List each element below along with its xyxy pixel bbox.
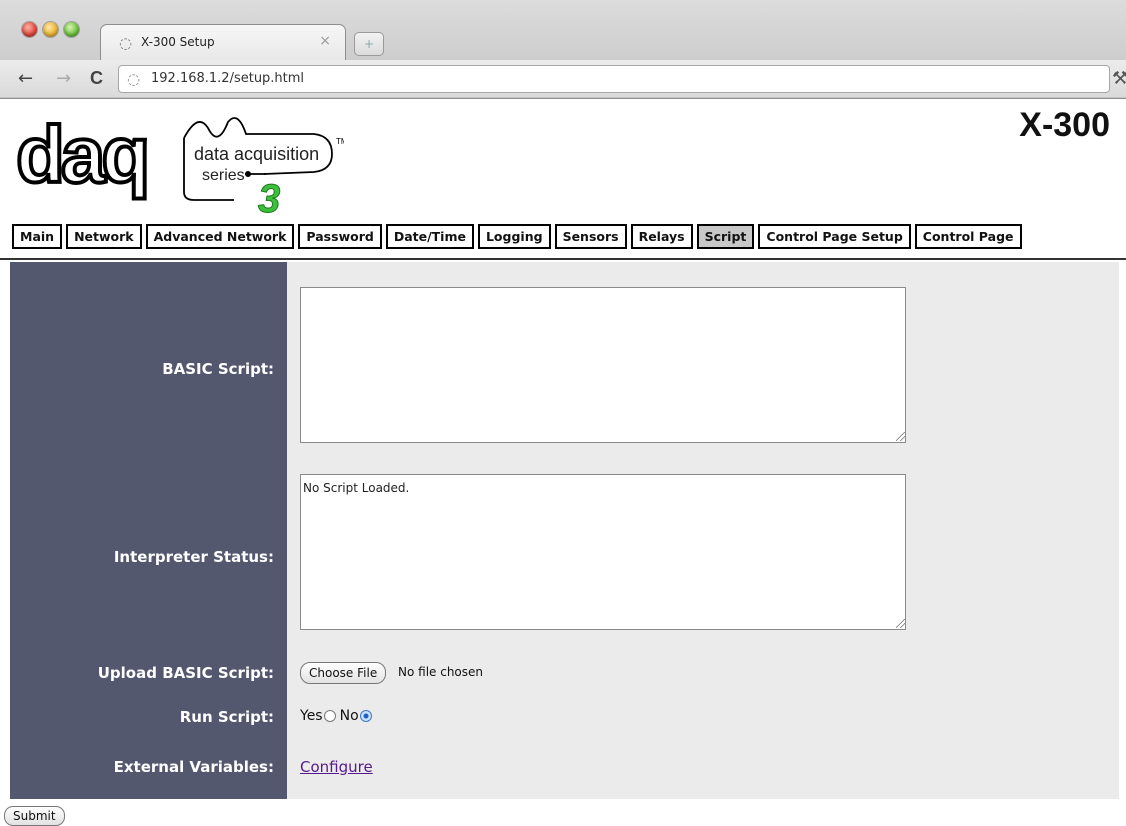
browser-chrome: ◌ X-300 Setup × + ← → C ◌ 192.168.1.2/se… (0, 0, 1126, 99)
run-no-radio[interactable] (359, 710, 372, 722)
tab-close-icon[interactable]: × (319, 33, 331, 49)
browser-tab[interactable]: ◌ X-300 Setup × (100, 24, 346, 61)
file-status-text: No file chosen (398, 665, 484, 679)
reload-icon[interactable]: C (90, 68, 103, 89)
run-no-label: No (339, 708, 359, 724)
address-bar[interactable]: ◌ 192.168.1.2/setup.html (118, 65, 1110, 93)
wrench-icon[interactable]: ⚒ (1112, 68, 1126, 89)
globe-icon: ◌ (127, 70, 141, 88)
run-script-options: Yes No (300, 708, 376, 724)
minimize-window-button[interactable] (43, 22, 58, 37)
setup-nav: Main Network Advanced Network Password D… (12, 224, 1022, 249)
tab-title: X-300 Setup (141, 35, 215, 49)
nav-tab-control-page[interactable]: Control Page (914, 224, 1022, 249)
run-script-label: Run Script: (179, 708, 274, 726)
upload-script-label: Upload BASIC Script: (97, 664, 274, 682)
svg-text:daq: daq (16, 110, 146, 199)
nav-tab-advanced-network[interactable]: Advanced Network (145, 224, 295, 249)
forward-icon[interactable]: → (56, 68, 71, 89)
run-yes-radio[interactable] (323, 710, 336, 722)
submit-button[interactable]: Submit (4, 806, 65, 826)
run-yes-label: Yes (300, 708, 323, 724)
logo-numeral: 3 (258, 177, 280, 216)
nav-tab-password[interactable]: Password (298, 224, 382, 249)
model-title: X-300 (1019, 106, 1110, 144)
nav-tab-relays[interactable]: Relays (630, 224, 693, 249)
logo-text-line2: series (202, 167, 245, 184)
interpreter-status-label: Interpreter Status: (113, 548, 274, 566)
trademark: TM (336, 137, 344, 146)
choose-file-button[interactable]: Choose File (300, 662, 387, 684)
external-variables-label: External Variables: (113, 758, 274, 776)
nav-tab-sensors[interactable]: Sensors (554, 224, 627, 249)
close-window-button[interactable] (22, 22, 37, 37)
basic-script-textarea[interactable] (300, 287, 906, 443)
resize-handle-icon[interactable] (896, 432, 905, 441)
nav-tab-script[interactable]: Script (696, 224, 755, 249)
nav-tab-control-page-setup[interactable]: Control Page Setup (758, 224, 911, 249)
header-divider (0, 258, 1126, 260)
browser-toolbar: ← → C ◌ 192.168.1.2/setup.html ⚒ (0, 60, 1126, 97)
nav-tab-main[interactable]: Main (12, 224, 63, 249)
nav-tab-network[interactable]: Network (66, 224, 142, 249)
interpreter-status-textarea[interactable]: No Script Loaded. (300, 474, 906, 630)
nav-tab-date-time[interactable]: Date/Time (385, 224, 474, 249)
nav-tab-logging[interactable]: Logging (477, 224, 551, 249)
resize-handle-icon[interactable] (896, 619, 905, 628)
address-url: 192.168.1.2/setup.html (151, 71, 305, 86)
new-tab-button[interactable]: + (354, 32, 384, 56)
daq-logo: daq data acquisition series 3 TM (14, 108, 344, 216)
logo-text-line1: data acquisition (194, 144, 319, 164)
window-controls (22, 22, 79, 37)
daq-logo-brand: daq (14, 108, 152, 201)
globe-icon: ◌ (119, 34, 133, 52)
configure-link[interactable]: Configure (300, 758, 373, 776)
basic-script-label: BASIC Script: (162, 360, 274, 378)
back-icon[interactable]: ← (18, 68, 33, 89)
zoom-window-button[interactable] (64, 22, 79, 37)
